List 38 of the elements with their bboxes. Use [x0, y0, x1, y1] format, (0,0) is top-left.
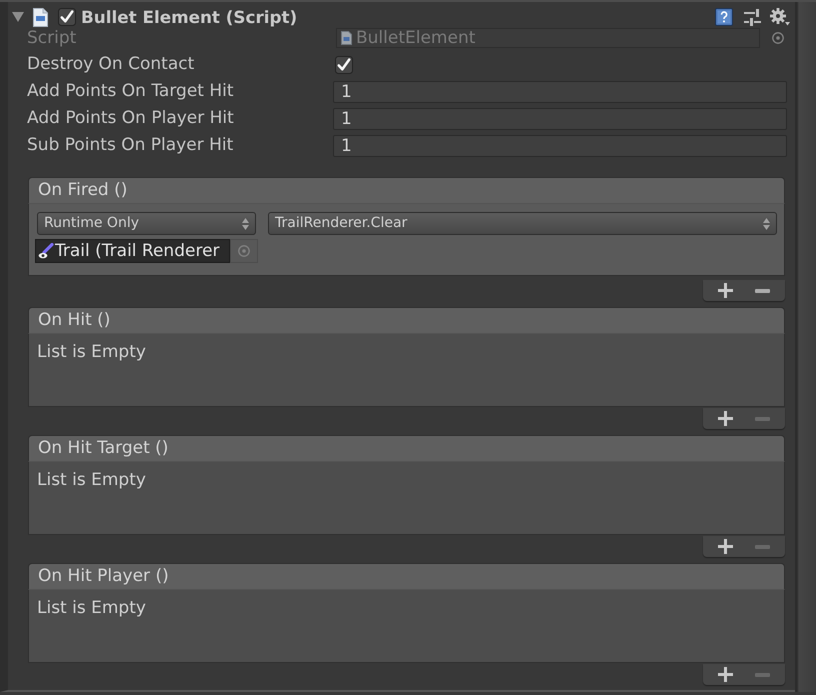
component-title: Bullet Element (Script)	[81, 6, 298, 28]
property-label: Destroy On Contact	[27, 54, 196, 75]
property-label: Script	[27, 28, 78, 48]
property-label: Sub Points On Player Hit	[27, 135, 234, 156]
settings-icon[interactable]	[770, 8, 790, 26]
property-label: Add Points On Target Hit	[27, 81, 235, 102]
circle-dot-icon[interactable]	[772, 32, 784, 44]
number-field[interactable]: 1	[333, 80, 787, 102]
script-file-icon	[33, 8, 48, 26]
event-header: On Hit Player ()	[28, 563, 785, 589]
script-file-icon	[341, 31, 352, 45]
caret-down-icon[interactable]	[12, 12, 24, 22]
plus-icon[interactable]	[718, 667, 733, 682]
event-header: On Hit ()	[28, 307, 785, 333]
plus-icon[interactable]	[718, 411, 733, 426]
checkbox[interactable]	[335, 56, 353, 74]
function-dropdown[interactable]: TrailRenderer.Clear	[268, 212, 777, 235]
event-header: On Fired ()	[28, 177, 785, 203]
minus-icon[interactable]	[755, 288, 770, 292]
sliders-icon[interactable]	[744, 8, 761, 26]
plus-icon[interactable]	[718, 283, 733, 298]
number-field[interactable]: 1	[333, 108, 787, 130]
script-field: BulletElement	[336, 28, 760, 48]
empty-list-text: List is Empty	[37, 470, 146, 490]
number-field[interactable]: 1	[333, 134, 787, 156]
enabled-checkbox[interactable]	[58, 8, 76, 26]
circle-dot-icon	[238, 245, 250, 257]
up-down-arrows-icon	[242, 218, 249, 230]
object-field[interactable]: Trail (Trail Renderer	[35, 239, 230, 263]
empty-list-text: List is Empty	[37, 342, 146, 362]
up-down-arrows-icon	[763, 218, 770, 230]
brush-icon	[38, 243, 54, 259]
plus-icon[interactable]	[718, 539, 733, 554]
mode-dropdown[interactable]: Runtime Only	[37, 212, 256, 235]
help-icon[interactable]	[715, 8, 733, 26]
event-header: On Hit Target ()	[28, 435, 785, 461]
empty-list-text: List is Empty	[37, 598, 146, 618]
property-label: Add Points On Player Hit	[27, 108, 235, 129]
